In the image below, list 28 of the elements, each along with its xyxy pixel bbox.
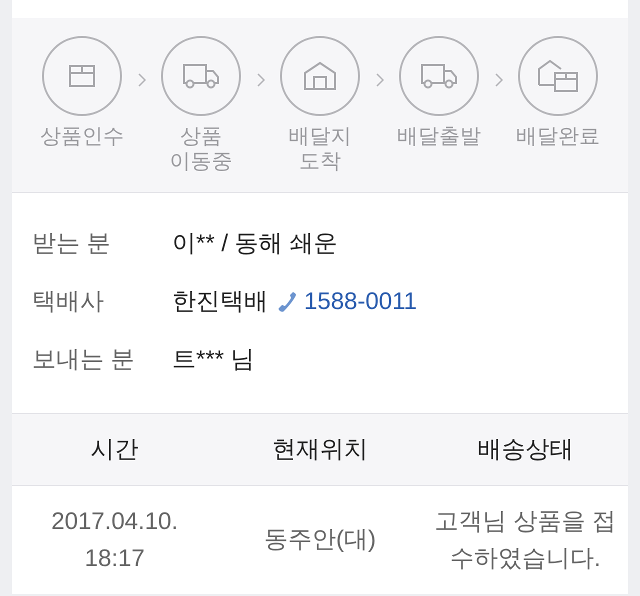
column-header: 현재위치	[270, 434, 369, 464]
chevron-icon	[376, 73, 384, 88]
column-header: 시간	[90, 434, 140, 464]
table-cell-text: 동주안(대)	[263, 525, 377, 556]
step-label: 상품인수	[40, 124, 124, 150]
info-label: 받는 분	[32, 229, 112, 259]
step-truck-icon	[399, 36, 479, 116]
chevron-icon	[494, 73, 502, 88]
step-label: 배달완료	[516, 124, 600, 150]
info-value: 한진택배	[172, 287, 268, 317]
step-label: 배달출발	[397, 124, 481, 150]
step-house-box-icon	[518, 36, 598, 116]
info-label: 보내는 분	[32, 345, 136, 375]
step-label: 상품 이동중	[170, 124, 232, 174]
step-box-icon	[42, 36, 122, 116]
info-value: 트*** 님	[172, 345, 255, 375]
step-label: 배달지 도착	[288, 124, 352, 174]
info-label: 택배사	[32, 287, 105, 317]
step-truck-icon	[161, 36, 241, 116]
table-cell-text: 고객님 상품을 접 수하였습니다.	[434, 506, 617, 574]
step-house-icon	[280, 36, 360, 116]
column-header: 배송상태	[476, 434, 574, 464]
phone-icon	[276, 291, 298, 313]
chevron-icon	[138, 73, 146, 88]
chevron-icon	[256, 73, 264, 88]
phone-link[interactable]: 1588-0011	[276, 284, 417, 320]
table-cell-text: 2017.04.10. 18:17	[50, 506, 180, 574]
info-value: 이** / 동해 쇄운	[172, 229, 338, 259]
